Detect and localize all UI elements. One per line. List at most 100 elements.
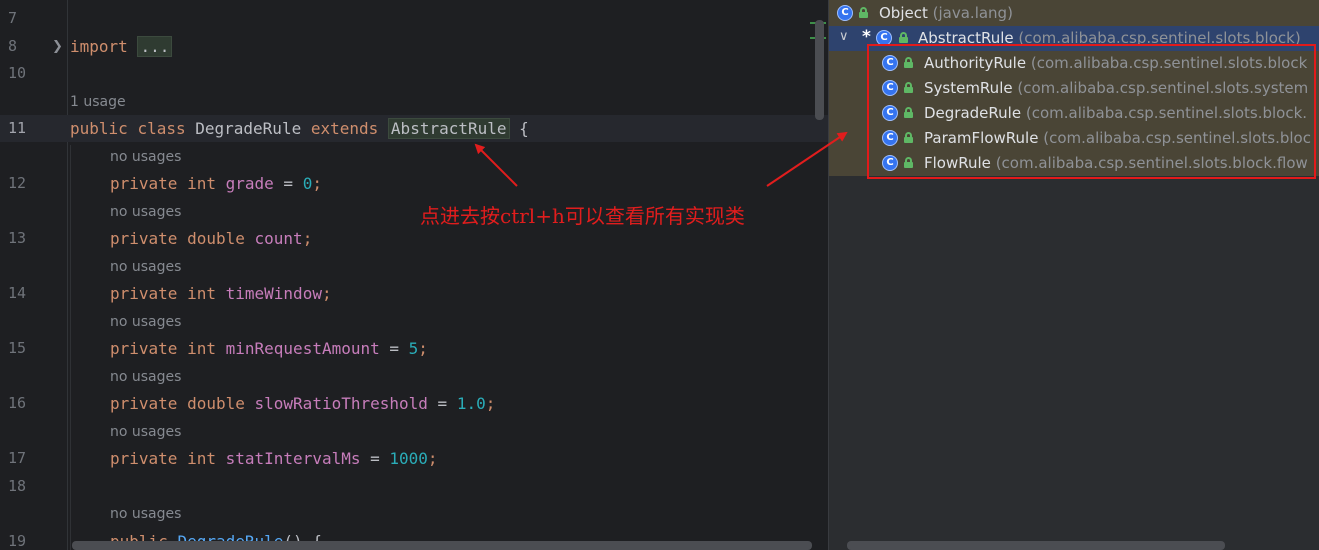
- keyword: private: [110, 449, 178, 468]
- line-number: 10: [8, 64, 27, 82]
- line-number: 8: [8, 37, 18, 55]
- implementations-highlight-box: [867, 44, 1316, 179]
- line-number: 18: [8, 477, 27, 495]
- line-number: 13: [8, 229, 27, 247]
- keyword: class: [137, 119, 186, 138]
- code-line-current[interactable]: 11 public class DegradeRule extends Abst…: [0, 115, 828, 142]
- usage-hint[interactable]: 1 usage: [70, 91, 126, 113]
- hierarchy-horizontal-scrollbar[interactable]: [847, 541, 1225, 550]
- superclass-reference[interactable]: AbstractRule: [387, 118, 510, 139]
- keyword: import: [70, 37, 128, 56]
- code-line[interactable]: 18: [0, 473, 828, 500]
- code-line[interactable]: 10: [0, 60, 828, 87]
- hierarchy-item-object[interactable]: C Object (java.lang): [829, 1, 1319, 26]
- keyword: private: [110, 174, 178, 193]
- folded-imports-placeholder[interactable]: ...: [137, 36, 173, 57]
- brace: {: [509, 119, 529, 138]
- keyword: public: [70, 119, 128, 138]
- class-icon: C: [837, 5, 853, 21]
- usage-hint[interactable]: no usages: [110, 146, 181, 168]
- number-literal: 1000: [389, 449, 428, 468]
- number-literal: 0: [302, 174, 313, 193]
- usage-hint[interactable]: no usages: [110, 366, 181, 388]
- type: int: [187, 284, 216, 303]
- chevron-down-icon[interactable]: ∨: [839, 29, 849, 44]
- semicolon: ;: [302, 229, 313, 248]
- type: int: [187, 449, 216, 468]
- field-name: statIntervalMs: [225, 449, 361, 468]
- code-editor[interactable]: 7 8 ❯ import ... 10 1 usage 11 public cl…: [0, 0, 828, 550]
- line-number: 17: [8, 449, 27, 467]
- field-name: minRequestAmount: [225, 339, 380, 358]
- fold-expand-icon[interactable]: ❯: [52, 39, 63, 54]
- code-line[interactable]: 14 private int timeWindow;: [0, 280, 828, 307]
- field-name: grade: [225, 174, 274, 193]
- field-name: timeWindow: [225, 284, 322, 303]
- editor-vertical-scrollbar[interactable]: [815, 20, 824, 120]
- field-name: count: [254, 229, 303, 248]
- usage-hint[interactable]: no usages: [110, 421, 181, 443]
- code-line[interactable]: 8 ❯ import ...: [0, 33, 828, 60]
- code-line[interactable]: 12 private int grade = 0;: [0, 170, 828, 197]
- usage-hint[interactable]: no usages: [110, 311, 181, 333]
- semicolon: ;: [312, 174, 322, 193]
- operator: =: [427, 394, 457, 413]
- line-number: 19: [8, 532, 27, 550]
- line-number: 15: [8, 339, 27, 357]
- line-number: 14: [8, 284, 27, 302]
- public-lock-icon: [899, 32, 908, 43]
- keyword: private: [110, 339, 178, 358]
- line-number: 11: [8, 119, 27, 137]
- type: double: [187, 394, 245, 413]
- public-lock-icon: [859, 7, 868, 18]
- type: double: [187, 229, 245, 248]
- code-line[interactable]: 15 private int minRequestAmount = 5;: [0, 335, 828, 362]
- operator: =: [360, 449, 390, 468]
- usage-hint[interactable]: no usages: [110, 256, 181, 278]
- semicolon: ;: [321, 284, 332, 303]
- field-declaration: private double count;: [110, 225, 312, 252]
- code-line[interactable]: 13 private double count;: [0, 225, 828, 252]
- number-literal: 1.0: [456, 394, 486, 413]
- type: int: [187, 339, 216, 358]
- class-name: Object: [879, 4, 928, 22]
- editor-horizontal-scrollbar[interactable]: [72, 541, 812, 550]
- semicolon: ;: [485, 394, 496, 413]
- operator: =: [379, 339, 409, 358]
- line-number: 16: [8, 394, 27, 412]
- code-line[interactable]: 7: [0, 5, 828, 32]
- line-number: 7: [8, 9, 18, 27]
- field-name: slowRatioThreshold: [254, 394, 428, 413]
- code-line[interactable]: 17 private int statIntervalMs = 1000;: [0, 445, 828, 472]
- field-declaration: private double slowRatioThreshold = 1.0;: [110, 390, 495, 417]
- usage-hint[interactable]: no usages: [110, 201, 181, 223]
- keyword: private: [110, 284, 178, 303]
- field-declaration: private int timeWindow;: [110, 280, 332, 307]
- annotation-text: 点进去按ctrl+h可以查看所有实现类: [420, 204, 745, 228]
- field-declaration: private int statIntervalMs = 1000;: [110, 445, 438, 472]
- semicolon: ;: [427, 449, 438, 468]
- field-declaration: private int minRequestAmount = 5;: [110, 335, 428, 362]
- keyword: extends: [310, 119, 379, 138]
- class-name: DegradeRule: [185, 119, 311, 138]
- type: int: [187, 174, 216, 193]
- code-line[interactable]: 16 private double slowRatioThreshold = 1…: [0, 390, 828, 417]
- keyword: private: [110, 229, 178, 248]
- usage-hint[interactable]: no usages: [110, 503, 181, 525]
- keyword: private: [110, 394, 178, 413]
- line-number: 12: [8, 174, 27, 192]
- import-statement: import ...: [70, 33, 173, 60]
